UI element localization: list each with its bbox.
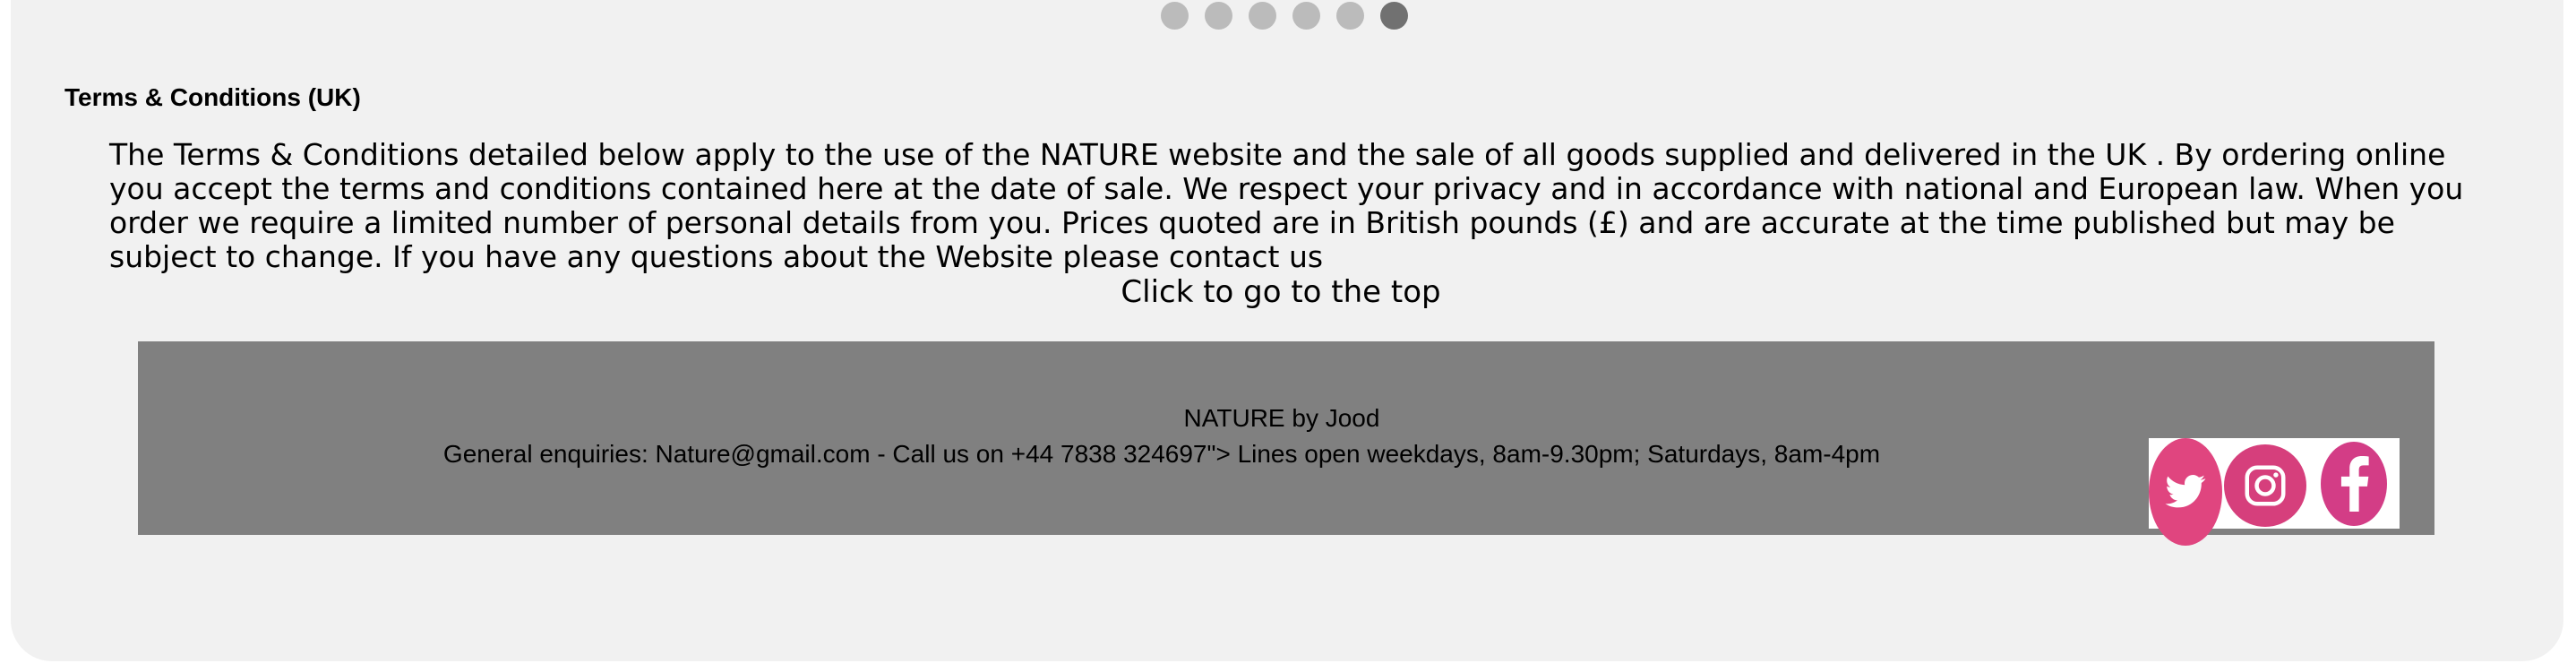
- instagram-button[interactable]: [2224, 444, 2306, 527]
- terms-body: The Terms & Conditions detailed below ap…: [109, 137, 2464, 274]
- terms-heading: Terms & Conditions (UK): [64, 83, 361, 111]
- slide-dot-2[interactable]: [1205, 2, 1232, 30]
- social-links: [2149, 438, 2400, 546]
- facebook-button[interactable]: [2321, 442, 2387, 526]
- instagram-icon: [2245, 465, 2286, 506]
- page-panel: [11, 0, 2563, 661]
- slideshow-dots: [1161, 2, 1408, 30]
- slide-dot-3[interactable]: [1249, 2, 1276, 30]
- slide-dot-4[interactable]: [1292, 2, 1320, 30]
- facebook-icon: [2340, 456, 2369, 512]
- slide-dot-6-active[interactable]: [1380, 2, 1408, 30]
- twitter-icon: [2165, 475, 2206, 508]
- back-to-top-link[interactable]: Click to go to the top: [0, 274, 2562, 310]
- footer: NATURE by Jood General enquiries: Nature…: [138, 341, 2434, 535]
- twitter-button[interactable]: [2149, 438, 2222, 546]
- slide-dot-1[interactable]: [1161, 2, 1189, 30]
- footer-brand: NATURE by Jood: [1183, 404, 1380, 432]
- footer-contact-info: General enquiries: Nature@gmail.com - Ca…: [442, 440, 1881, 468]
- slide-dot-5[interactable]: [1336, 2, 1364, 30]
